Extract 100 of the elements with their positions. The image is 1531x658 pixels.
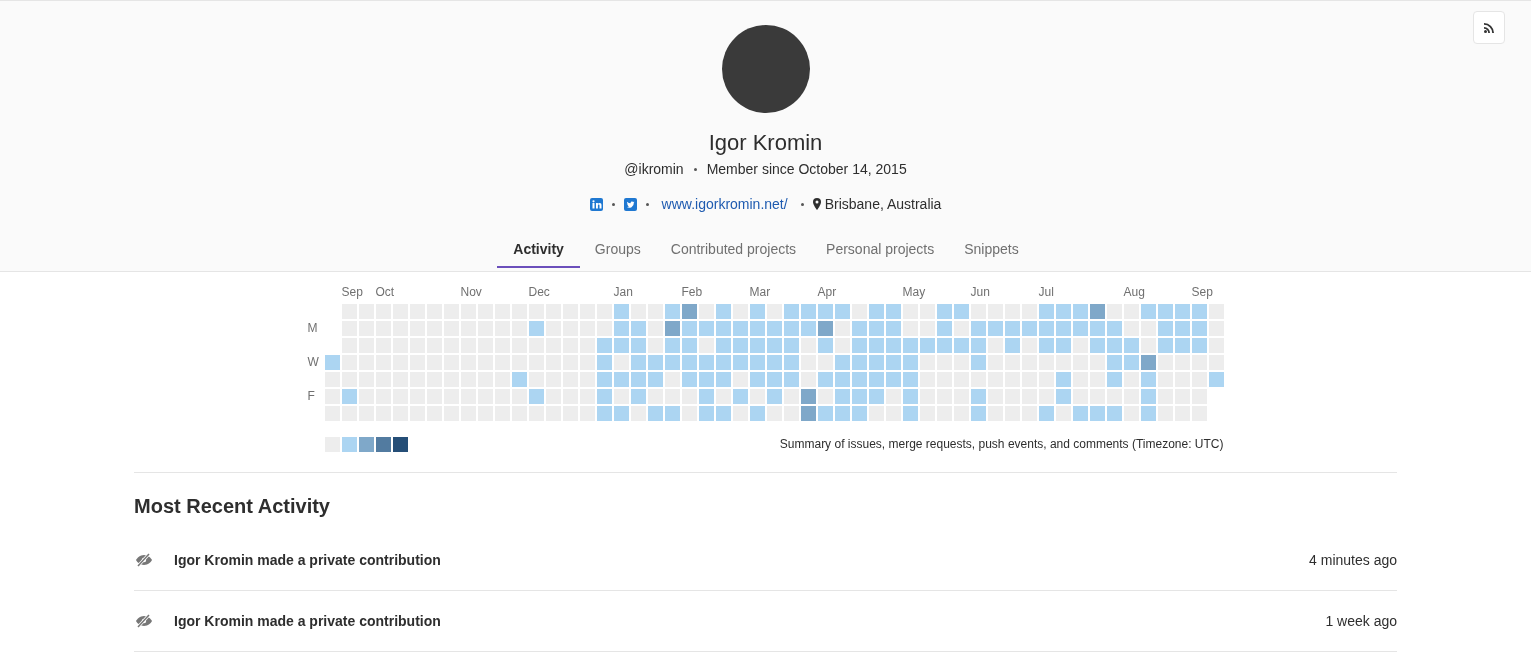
contribution-day[interactable] [1140,389,1156,404]
profile-tab[interactable]: Groups [579,232,656,268]
contribution-day[interactable] [715,321,731,336]
contribution-day[interactable] [1174,304,1190,319]
contribution-day[interactable] [630,304,646,319]
contribution-day[interactable] [681,355,697,370]
contribution-day[interactable] [1157,372,1173,387]
contribution-day[interactable] [953,338,969,353]
contribution-day[interactable] [324,355,340,370]
contribution-day[interactable] [664,372,680,387]
contribution-day[interactable] [1072,389,1088,404]
contribution-day[interactable] [732,406,748,421]
contribution-day[interactable] [1038,406,1054,421]
contribution-day[interactable] [1191,321,1207,336]
contribution-day[interactable] [1004,321,1020,336]
contribution-day[interactable] [698,321,714,336]
contribution-day[interactable] [868,372,884,387]
contribution-day[interactable] [936,338,952,353]
contribution-day[interactable] [970,389,986,404]
contribution-day[interactable] [732,389,748,404]
contribution-day[interactable] [851,389,867,404]
contribution-day[interactable] [732,338,748,353]
contribution-day[interactable] [970,338,986,353]
contribution-day[interactable] [681,304,697,319]
contribution-day[interactable] [664,355,680,370]
contribution-day[interactable] [885,304,901,319]
contribution-day[interactable] [766,372,782,387]
contribution-day[interactable] [851,338,867,353]
contribution-day[interactable] [528,321,544,336]
contribution-day[interactable] [1191,304,1207,319]
contribution-day[interactable] [834,304,850,319]
contribution-day[interactable] [647,372,663,387]
contribution-day[interactable] [715,406,731,421]
contribution-day[interactable] [1174,338,1190,353]
contribution-day[interactable] [1055,389,1071,404]
contribution-day[interactable] [766,321,782,336]
contribution-day[interactable] [749,389,765,404]
contribution-day[interactable] [1208,372,1224,387]
contribution-day[interactable] [919,389,935,404]
contribution-day[interactable] [1208,321,1224,336]
contribution-day[interactable] [1157,304,1173,319]
contribution-day[interactable] [817,321,833,336]
profile-tab[interactable]: Personal projects [811,232,950,268]
contribution-day[interactable] [766,406,782,421]
contribution-day[interactable] [987,406,1003,421]
contribution-day[interactable] [715,355,731,370]
contribution-day[interactable] [528,389,544,404]
contribution-day[interactable] [613,372,629,387]
contribution-day[interactable] [868,321,884,336]
contribution-day[interactable] [1021,321,1037,336]
contribution-day[interactable] [1004,338,1020,353]
contribution-day[interactable] [715,372,731,387]
contribution-day[interactable] [1140,406,1156,421]
contribution-day[interactable] [1038,304,1054,319]
contribution-day[interactable] [970,304,986,319]
contribution-day[interactable] [681,406,697,421]
contribution-day[interactable] [1038,338,1054,353]
contribution-day[interactable] [647,338,663,353]
contribution-day[interactable] [936,304,952,319]
contribution-day[interactable] [902,338,918,353]
contribution-day[interactable] [613,321,629,336]
contribution-day[interactable] [1123,355,1139,370]
contribution-day[interactable] [800,321,816,336]
website-link[interactable]: www.igorkromin.net/ [661,194,788,214]
contribution-day[interactable] [681,321,697,336]
contribution-day[interactable] [902,406,918,421]
contribution-day[interactable] [630,355,646,370]
contribution-day[interactable] [953,304,969,319]
contribution-day[interactable] [1157,389,1173,404]
contribution-day[interactable] [766,355,782,370]
contribution-day[interactable] [766,304,782,319]
contribution-day[interactable] [868,355,884,370]
contribution-day[interactable] [647,406,663,421]
contribution-day[interactable] [596,338,612,353]
contribution-day[interactable] [1140,355,1156,370]
contribution-day[interactable] [596,389,612,404]
contribution-day[interactable] [1055,406,1071,421]
contribution-day[interactable] [800,389,816,404]
contribution-day[interactable] [783,304,799,319]
contribution-day[interactable] [817,372,833,387]
contribution-day[interactable] [902,355,918,370]
contribution-day[interactable] [698,372,714,387]
contribution-day[interactable] [953,321,969,336]
contribution-day[interactable] [1038,321,1054,336]
contribution-day[interactable] [732,304,748,319]
contribution-day[interactable] [902,372,918,387]
twitter-link[interactable] [623,197,637,211]
contribution-day[interactable] [1072,406,1088,421]
profile-tab[interactable]: Snippets [949,232,1034,268]
contribution-day[interactable] [885,389,901,404]
contribution-day[interactable] [698,389,714,404]
contribution-day[interactable] [630,321,646,336]
contribution-day[interactable] [800,304,816,319]
contribution-day[interactable] [851,321,867,336]
contribution-day[interactable] [613,304,629,319]
contribution-day[interactable] [749,372,765,387]
profile-tab[interactable]: Activity [497,232,580,268]
contribution-day[interactable] [1072,338,1088,353]
contribution-day[interactable] [1055,338,1071,353]
contribution-day[interactable] [885,355,901,370]
